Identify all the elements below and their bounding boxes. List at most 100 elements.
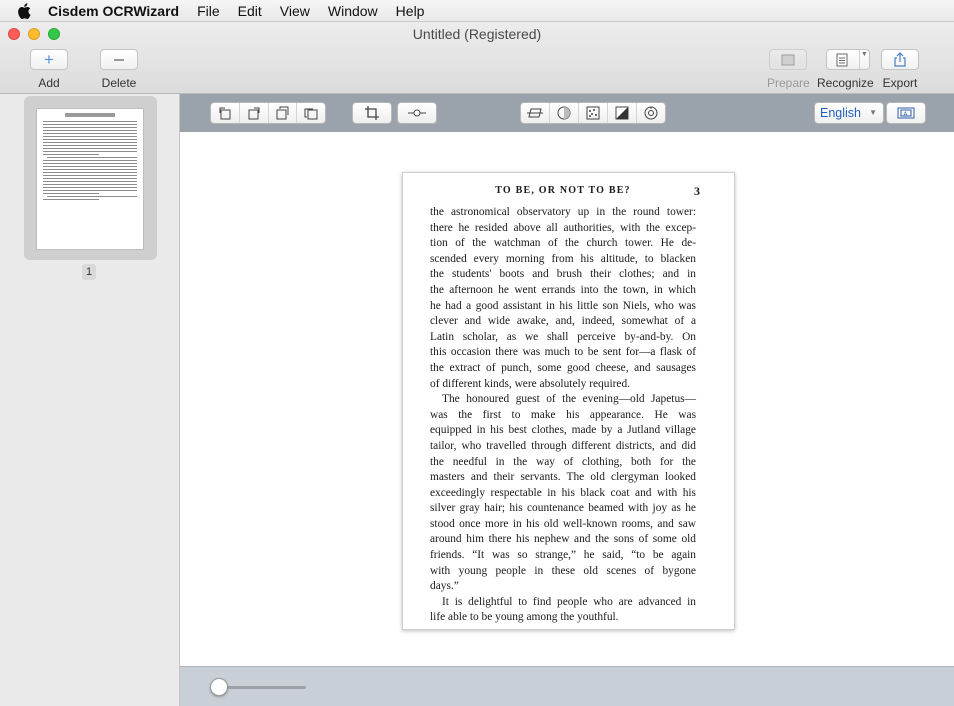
recognize-button-face[interactable]: ▼	[825, 49, 870, 70]
contrast-button[interactable]	[608, 103, 637, 123]
thumbnail-line	[43, 145, 137, 146]
text-line: exceedingly respectable in his black coa…	[430, 486, 696, 499]
text-line: days.”	[430, 580, 459, 593]
text-line: Latin scholar, as we shall perceive by-a…	[430, 330, 696, 343]
menu-view[interactable]: View	[271, 0, 319, 22]
auto-enhance-icon	[644, 106, 658, 120]
thumbnail-line	[43, 136, 137, 137]
export-button[interactable]: Export	[881, 49, 919, 90]
thumbnail-line	[43, 193, 100, 194]
delete-button[interactable]: Delete	[100, 49, 138, 90]
flip-horizontal-icon	[276, 106, 289, 120]
export-label: Export	[882, 76, 918, 90]
text-line: he had a good assistant in his little so…	[430, 299, 696, 312]
text-line: around him there his nephew and the sons…	[430, 533, 696, 546]
document-page[interactable]: TO BE, OR NOT TO BE? 3 the astronomical …	[402, 172, 735, 630]
delete-button-face[interactable]	[100, 49, 138, 70]
prepare-button[interactable]: Prepare	[767, 49, 810, 90]
menu-file[interactable]: File	[188, 0, 229, 22]
text-line: with young people in these old scenes of…	[430, 564, 696, 577]
text-line: equipped in his best clothes, made by a …	[430, 424, 696, 437]
auto-enhance-button[interactable]	[637, 103, 665, 123]
menu-app-name[interactable]: Cisdem OCRWizard	[48, 0, 188, 22]
thumbnail-line	[47, 196, 137, 197]
thumbnail-line	[43, 121, 137, 122]
menu-help[interactable]: Help	[387, 0, 434, 22]
thumbnail-line	[43, 199, 100, 200]
thumbnail-line	[43, 148, 137, 149]
export-button-face[interactable]	[881, 49, 919, 70]
page-sidebar: 1	[0, 94, 180, 706]
crop-icon	[365, 106, 379, 120]
page-thumbnail-selected[interactable]	[24, 96, 157, 260]
flip-vertical-button[interactable]	[297, 103, 325, 123]
text-line: there he resided above all authorities, …	[430, 221, 696, 234]
zoom-slider[interactable]	[218, 686, 306, 689]
denoise-icon	[586, 106, 600, 120]
thumbnail-line	[43, 187, 137, 188]
thumbnail-line	[43, 160, 137, 161]
running-head: TO BE, OR NOT TO BE? 3	[430, 183, 700, 205]
brightness-button[interactable]	[550, 103, 579, 123]
language-value: English	[820, 106, 861, 120]
prepare-button-face[interactable]	[769, 49, 808, 70]
denoise-button[interactable]	[579, 103, 608, 123]
delete-label: Delete	[101, 76, 137, 90]
page-text: the astronomical observatory up in the r…	[430, 205, 696, 626]
text-line: friends. “It was so strange,” he said, “…	[430, 549, 696, 562]
text-line: The honoured guest of the evening—old Ja…	[442, 393, 696, 406]
thumbnail-line	[43, 163, 137, 164]
text-line: clever and wide awake, and, indeed, some…	[430, 315, 696, 328]
language-select[interactable]: English ▼	[814, 102, 884, 124]
contrast-icon	[615, 106, 629, 120]
deskew-button[interactable]	[521, 103, 550, 123]
bottom-bar	[180, 666, 954, 706]
rotate-group	[210, 102, 326, 124]
menu-window[interactable]: Window	[319, 0, 387, 22]
add-button-face[interactable]: +	[30, 49, 68, 70]
thumbnail-line	[43, 142, 137, 143]
recognize-button[interactable]: ▼ Recognize	[817, 49, 874, 90]
plus-icon: +	[44, 50, 54, 69]
thumbnail-line	[43, 172, 137, 173]
rotate-right-icon	[248, 107, 260, 120]
text-line: life able to be young among the youthful…	[430, 611, 619, 624]
apple-icon[interactable]	[14, 0, 34, 22]
menu-edit[interactable]: Edit	[229, 0, 271, 22]
enhance-group	[520, 102, 666, 124]
text-line: tion of the watchman of the church tower…	[430, 237, 696, 250]
adjust-button[interactable]	[397, 102, 437, 124]
crop-cell[interactable]	[353, 103, 391, 123]
rotate-right-button[interactable]	[240, 103, 269, 123]
prepare-icon	[781, 54, 795, 65]
recognize-dropdown-icon[interactable]: ▼	[858, 50, 869, 69]
text-line: was the first to make his appearance. He…	[430, 408, 696, 421]
edit-toolbar: English ▼ A	[180, 94, 954, 132]
text-line: the afternoon he went errands into the t…	[430, 283, 696, 296]
text-line: of different kinds, were absolutely requ…	[430, 377, 631, 390]
layout-button[interactable]: A	[886, 102, 926, 124]
minus-icon	[114, 58, 124, 61]
text-line: masters and their servants. The old cler…	[430, 471, 696, 484]
adjust-cell[interactable]	[398, 103, 436, 123]
page-number: 3	[694, 184, 700, 198]
zoom-slider-knob[interactable]	[210, 678, 228, 696]
window-toolbar: Untitled (Registered) + Add Delete Prepa…	[0, 22, 954, 94]
rotate-left-button[interactable]	[211, 103, 240, 123]
recognize-label: Recognize	[817, 76, 874, 90]
document-view: TO BE, OR NOT TO BE? 3 the astronomical …	[180, 132, 954, 666]
text-line: stood once more in his old well-known ro…	[430, 517, 696, 530]
menu-bar: Cisdem OCRWizard File Edit View Window H…	[0, 0, 954, 22]
crop-button[interactable]	[352, 102, 392, 124]
thumbnail-line	[43, 166, 137, 167]
text-line: the needful in the way of clothing, both…	[430, 455, 696, 468]
thumbnail-line	[43, 175, 137, 176]
layout-icon: A	[897, 107, 915, 119]
document-icon	[836, 53, 848, 66]
deskew-icon	[527, 108, 543, 118]
text-line: the astronomical observatory up in the r…	[430, 206, 696, 218]
thumbnail-text	[43, 121, 137, 200]
flip-horizontal-button[interactable]	[269, 103, 298, 123]
add-button[interactable]: + Add	[30, 49, 68, 90]
page-thumbnail[interactable]	[36, 108, 144, 250]
